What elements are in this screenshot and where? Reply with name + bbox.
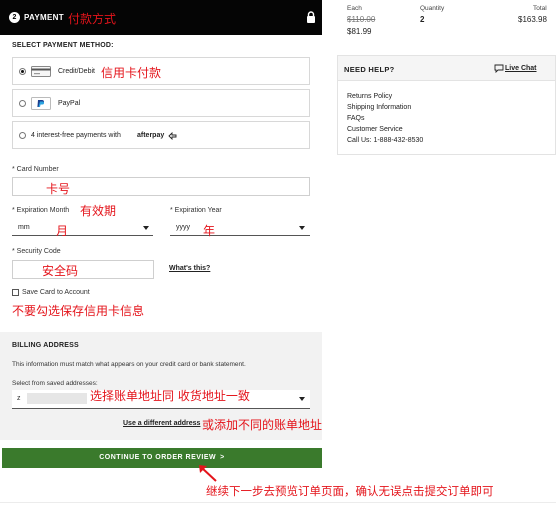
sale-price: $81.99	[347, 27, 372, 36]
paypal-icon	[31, 97, 51, 110]
help-link-shipping[interactable]: Shipping Information	[347, 104, 411, 111]
continue-annotation: 继续下一步去预览订单页面，确认无误点击提交订单即可	[206, 484, 494, 498]
option-afterpay-label: 4 interest-free payments with	[31, 132, 121, 139]
payment-title: PAYMENT	[24, 13, 64, 22]
payment-option-credit[interactable]: Credit/Debit 信用卡付款	[12, 57, 310, 85]
payment-title-annotation: 付款方式	[68, 12, 117, 26]
quantity-value: 2	[420, 15, 425, 24]
lock-icon	[307, 11, 315, 23]
arrow-icon	[199, 465, 217, 482]
help-link-call-us[interactable]: Call Us: 1-888-432-8530	[347, 137, 423, 144]
whats-this-link[interactable]: What's this?	[169, 265, 210, 272]
credit-card-icon	[31, 66, 51, 77]
bottom-divider	[0, 502, 556, 503]
use-different-address-link[interactable]: Use a different address	[123, 420, 200, 427]
each-label: Each	[347, 5, 362, 12]
chat-icon	[494, 64, 504, 73]
continue-to-order-review-button[interactable]: CONTINUE TO ORDER REVIEW >	[2, 448, 322, 468]
need-help-panel: NEED HELP? Live Chat Returns Policy Ship…	[337, 55, 556, 155]
saved-address-annotation: 选择账单地址同 收货地址一致	[90, 389, 250, 403]
caret-down-icon	[299, 226, 305, 230]
need-help-header: NEED HELP? Live Chat	[338, 56, 555, 81]
quantity-label: Quantity	[420, 5, 445, 12]
caret-down-icon	[299, 397, 305, 401]
afterpay-icon	[168, 132, 177, 140]
exp-month-value: mm	[18, 224, 30, 231]
save-card-checkbox[interactable]	[12, 289, 19, 296]
billing-section: BILLING ADDRESS This information must ma…	[0, 332, 322, 440]
afterpay-brand: afterpay	[137, 132, 165, 139]
caret-down-icon	[143, 226, 149, 230]
billing-title: BILLING ADDRESS	[12, 342, 79, 349]
security-code-annotation: 安全码	[42, 264, 79, 278]
total-label: Total	[533, 5, 547, 12]
exp-year-label: * Expiration Year	[170, 207, 222, 214]
line-total: $163.98	[518, 15, 547, 24]
need-help-title: NEED HELP?	[344, 65, 395, 74]
payment-header: 2 PAYMENT 付款方式	[0, 0, 322, 35]
help-link-customer-service[interactable]: Customer Service	[347, 126, 403, 133]
exp-year-value-annotation: 年	[203, 224, 216, 238]
live-chat-link[interactable]: Live Chat	[505, 65, 537, 72]
card-number-label: * Card Number	[12, 166, 59, 173]
step-number: 2	[9, 12, 20, 23]
security-code-input[interactable]	[12, 260, 154, 279]
option-credit-annotation: 信用卡付款	[101, 66, 162, 80]
card-number-annotation: 卡号	[46, 182, 71, 196]
different-address-annotation: 或添加不同的账单地址	[202, 418, 323, 432]
radio-credit[interactable]	[19, 68, 26, 75]
continue-label: CONTINUE TO ORDER REVIEW	[99, 454, 217, 461]
redacted-address	[27, 393, 87, 404]
radio-afterpay[interactable]	[19, 132, 26, 139]
exp-month-annotation: 有效期	[80, 204, 117, 218]
billing-note: This information must match what appears…	[12, 361, 246, 368]
help-link-faqs[interactable]: FAQs	[347, 115, 365, 122]
select-payment-label: SELECT PAYMENT METHOD:	[12, 42, 114, 49]
save-card-annotation: 不要勾选保存信用卡信息	[12, 304, 145, 318]
exp-year-value: yyyy	[176, 224, 190, 231]
saved-address-value: z	[17, 395, 21, 402]
exp-month-label: * Expiration Month	[12, 207, 70, 214]
saved-addresses-label: Select from saved addresses:	[12, 380, 98, 387]
exp-month-select[interactable]: mm	[12, 219, 153, 236]
save-card-label: Save Card to Account	[22, 289, 90, 296]
exp-year-select[interactable]: yyyy	[170, 219, 310, 236]
option-paypal-label: PayPal	[58, 100, 81, 107]
security-code-label: * Security Code	[12, 248, 61, 255]
radio-paypal[interactable]	[19, 100, 26, 107]
payment-option-afterpay[interactable]: 4 interest-free payments with afterpay	[12, 121, 310, 149]
help-link-returns[interactable]: Returns Policy	[347, 93, 392, 100]
original-price: $110.00	[347, 15, 376, 24]
chevron-right-icon: >	[220, 454, 225, 461]
payment-option-paypal[interactable]: PayPal	[12, 89, 310, 117]
option-credit-label: Credit/Debit	[58, 68, 95, 75]
exp-month-value-annotation: 月	[56, 224, 69, 238]
